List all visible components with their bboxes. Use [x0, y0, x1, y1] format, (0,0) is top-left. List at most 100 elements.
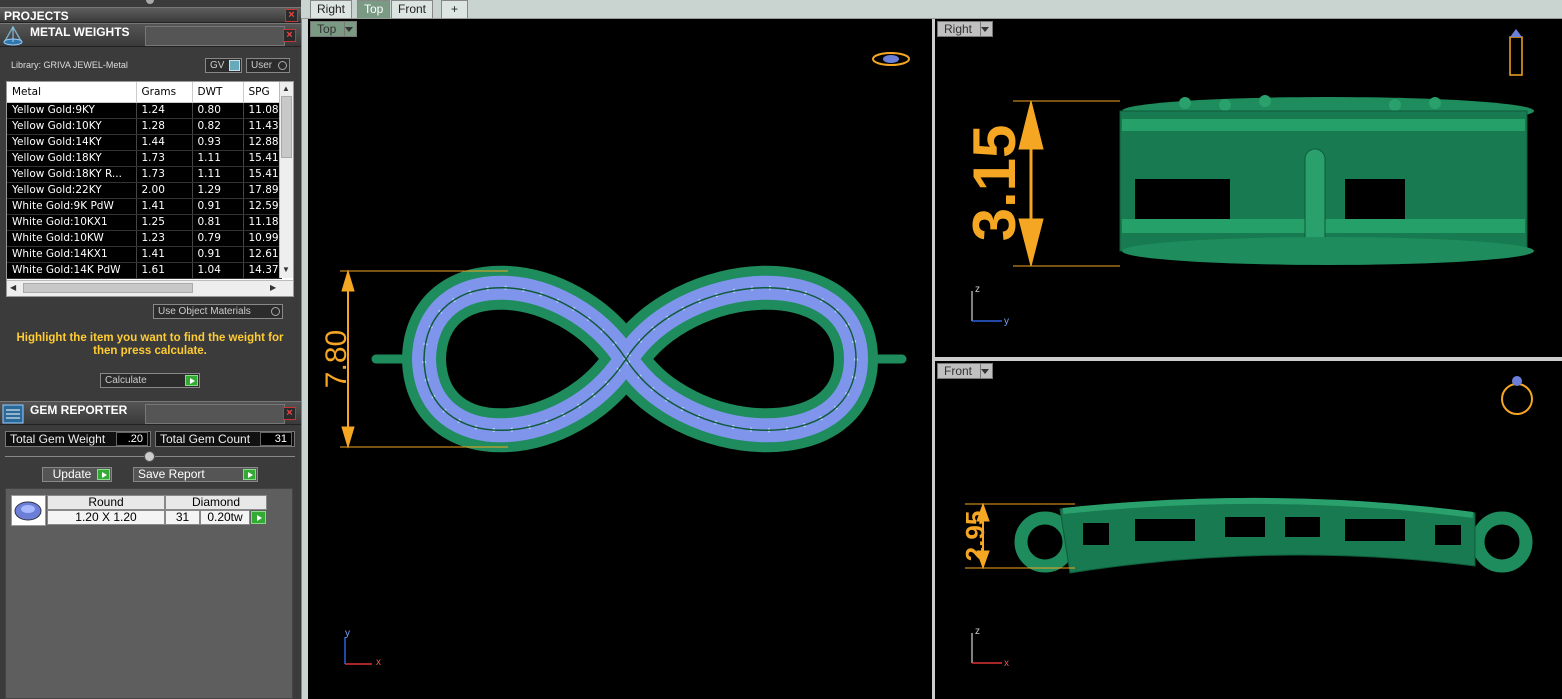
- close-gem-reporter-icon[interactable]: ×: [283, 407, 296, 420]
- header-spacer: [145, 404, 285, 424]
- scroll-down-icon[interactable]: ▼: [282, 265, 291, 274]
- tab-top[interactable]: Top: [357, 0, 391, 18]
- viewport-front[interactable]: Front 2.95 z x: [935, 361, 1562, 699]
- table-row[interactable]: Yellow Gold:18KY R... 1.73 1.11 15.41: [7, 166, 282, 183]
- table-cell: 1.44: [136, 134, 193, 151]
- table-cell: 11.08: [243, 102, 282, 119]
- update-button[interactable]: Update: [42, 467, 112, 482]
- column-header-spg[interactable]: SPG: [243, 82, 282, 103]
- radio-icon: [278, 61, 287, 70]
- tab-front[interactable]: Front: [391, 0, 434, 18]
- table-cell: 1.29: [192, 182, 244, 199]
- axis-x-label: x: [1004, 658, 1009, 669]
- table-row[interactable]: Yellow Gold:9KY 1.24 0.80 11.08: [7, 102, 282, 119]
- table-cell: 14.37: [243, 262, 282, 279]
- metal-weights-header[interactable]: METAL WEIGHTS ×: [0, 23, 301, 47]
- scroll-thumb[interactable]: [281, 96, 292, 158]
- table-row[interactable]: White Gold:9K PdW 1.41 0.91 12.59: [7, 198, 282, 215]
- close-metal-weights-icon[interactable]: ×: [283, 29, 296, 42]
- calculate-button[interactable]: Calculate: [100, 373, 200, 388]
- table-cell: 1.11: [192, 150, 244, 167]
- tab-right[interactable]: Right: [310, 0, 353, 18]
- viewport-top-label[interactable]: Top: [310, 21, 358, 37]
- viewport-right-label[interactable]: Right: [937, 21, 994, 37]
- scale-icon: [3, 25, 23, 46]
- table-row[interactable]: Yellow Gold:18KY 1.73 1.11 15.41: [7, 150, 282, 167]
- save-report-button[interactable]: Save Report: [133, 467, 258, 482]
- gem-row-action-button[interactable]: [251, 511, 266, 524]
- scroll-left-icon[interactable]: ◀: [10, 283, 16, 292]
- axis-y-label: y: [345, 628, 350, 639]
- panel-splitter[interactable]: [301, 0, 308, 699]
- column-header-grams[interactable]: Grams: [136, 82, 193, 103]
- save-report-label: Save Report: [138, 467, 205, 481]
- ring-side-gizmo-icon: [1509, 29, 1523, 76]
- table-cell: 1.41: [136, 198, 193, 215]
- table-row[interactable]: White Gold:14K PdW 1.61 1.04 14.37: [7, 262, 282, 279]
- vertical-scrollbar[interactable]: ▲ ▼: [279, 82, 293, 278]
- viewport-tab-bar: Right Top Front +: [301, 0, 1562, 19]
- table-cell: White Gold:9K PdW: [7, 198, 137, 215]
- ring-front-gizmo-icon: [1501, 376, 1533, 415]
- column-header-metal[interactable]: Metal: [7, 82, 137, 103]
- gem-size-cell: 1.20 X 1.20: [47, 510, 165, 525]
- chevron-down-icon: [980, 364, 992, 378]
- right-dimension-label: 3.15: [961, 125, 1028, 242]
- gem-reporter-header[interactable]: GEM REPORTER ×: [0, 401, 301, 425]
- table-cell: 15.41: [243, 166, 282, 183]
- viewport-front-label[interactable]: Front: [937, 363, 994, 379]
- projects-title: PROJECTS: [4, 9, 69, 23]
- table-cell: Yellow Gold:18KY R...: [7, 166, 137, 183]
- gem-shape-header: Round: [47, 495, 165, 510]
- chevron-down-icon: [980, 22, 992, 36]
- viewport-front-title: Front: [944, 364, 973, 378]
- scroll-right-icon[interactable]: ▶: [270, 283, 276, 292]
- gem-thumbnail[interactable]: [11, 495, 46, 526]
- add-tab-button[interactable]: +: [441, 0, 468, 18]
- axis-y-label: y: [1004, 316, 1009, 327]
- user-label: User: [251, 60, 273, 71]
- header-spacer: [145, 26, 285, 46]
- table-row[interactable]: Yellow Gold:10KY 1.28 0.82 11.43: [7, 118, 282, 135]
- gem-report-icon: [2, 404, 24, 424]
- round-diamond-icon: [14, 501, 42, 521]
- table-row[interactable]: Yellow Gold:22KY 2.00 1.29 17.89: [7, 182, 282, 199]
- close-projects-icon[interactable]: ×: [285, 9, 298, 22]
- table-cell: 0.91: [192, 198, 244, 215]
- table-row[interactable]: White Gold:10KX1 1.25 0.81 11.18: [7, 214, 282, 231]
- ring-gizmo-icon: [872, 52, 910, 66]
- table-cell: Yellow Gold:18KY: [7, 150, 137, 167]
- use-object-materials-toggle[interactable]: Use Object Materials: [153, 304, 283, 319]
- metal-table[interactable]: Metal Grams DWT SPG Yellow Gold:9KY 1.24 0…: [6, 81, 294, 297]
- total-gem-weight-value: .20: [116, 432, 148, 446]
- total-gem-count-value: 31: [260, 432, 292, 446]
- table-row[interactable]: White Gold:14KX1 1.41 0.91 12.61: [7, 246, 282, 263]
- gem-type-header: Diamond: [165, 495, 267, 510]
- table-cell: 0.82: [192, 118, 244, 135]
- viewport-top[interactable]: Top 7.80 y x: [308, 19, 932, 699]
- hscroll-thumb[interactable]: [23, 283, 193, 293]
- table-row[interactable]: Yellow Gold:14KY 1.44 0.93 12.88: [7, 134, 282, 151]
- total-gem-count-label: Total Gem Count: [160, 432, 251, 446]
- horizontal-scrollbar[interactable]: ◀ ▶: [7, 280, 293, 296]
- table-cell: 11.43: [243, 118, 282, 135]
- scroll-up-icon[interactable]: ▲: [282, 84, 291, 93]
- play-icon: [257, 515, 262, 521]
- table-cell: White Gold:10KW: [7, 230, 137, 247]
- table-cell: 12.61: [243, 246, 282, 263]
- viewport-right[interactable]: Right 3.15 z y: [935, 19, 1562, 357]
- gv-toggle[interactable]: GV: [205, 58, 242, 73]
- table-cell: White Gold:10KX1: [7, 214, 137, 231]
- table-cell: 1.04: [192, 262, 244, 279]
- front-dimension-label: 2.95: [960, 511, 990, 562]
- table-cell: 1.24: [136, 102, 193, 119]
- axis-indicator: z x: [971, 626, 1009, 669]
- table-row[interactable]: White Gold:10KW 1.23 0.79 10.99: [7, 230, 282, 247]
- splitter-handle[interactable]: [144, 451, 155, 462]
- table-cell: 2.00: [136, 182, 193, 199]
- top-view-canvas: 7.80 y x: [320, 52, 910, 668]
- user-toggle[interactable]: User: [246, 58, 290, 73]
- play-icon: [97, 469, 110, 480]
- column-header-dwt[interactable]: DWT: [192, 82, 244, 103]
- projects-header[interactable]: PROJECTS ×: [0, 7, 301, 23]
